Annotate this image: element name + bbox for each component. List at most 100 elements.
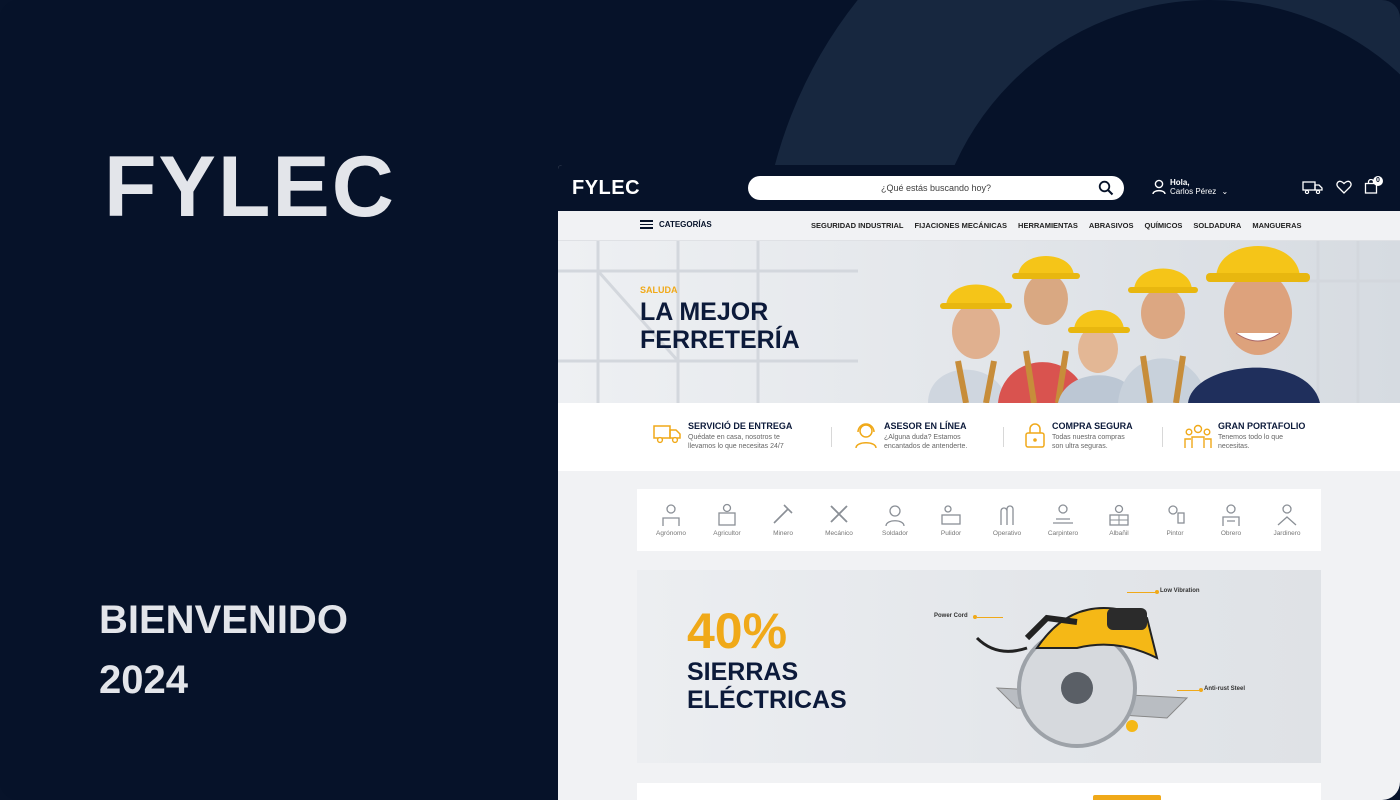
brand-title: FYLEC (104, 139, 396, 235)
feature-delivery: SERVICIÓ DE ENTREGA Quédate en casa, nos… (652, 421, 792, 451)
feature-title: COMPRA SEGURA (1052, 421, 1133, 431)
nav-links: SEGURIDAD INDUSTRIAL FIJACIONES MECÁNICA… (811, 221, 1302, 230)
nav-item-soldadura[interactable]: SOLDADURA (1193, 221, 1241, 230)
user-name: Carlos Pérez (1170, 187, 1217, 196)
divider (1003, 427, 1004, 447)
feature-desc: llevamos lo que necesitas 24/7 (688, 443, 784, 450)
feature-title: GRAN PORTAFOLIO (1218, 421, 1306, 431)
promo-line: SIERRAS (687, 658, 799, 686)
category-nav: CATEGORÍAS SEGURIDAD INDUSTRIAL FIJACION… (558, 211, 1400, 241)
search-input[interactable]: ¿Qué estás buscando hoy? (748, 176, 1124, 200)
user-menu[interactable]: Hola, Carlos Pérez ⌄ (1152, 178, 1228, 196)
callout-dot (973, 615, 977, 619)
feature-title: ASESOR EN LÍNEA (884, 421, 967, 431)
feature-desc: encantados de antenderte. (884, 443, 968, 450)
next-section-card (637, 783, 1321, 800)
hero-title: LA MEJOR FERRETERÍA (640, 298, 800, 354)
trade-label: Jardinero (1273, 530, 1301, 537)
feature-desc: son ultra seguras. (1052, 443, 1108, 450)
trade-label: Agricultor (713, 530, 741, 537)
menu-icon (640, 220, 653, 229)
feature-desc: Quédate en casa, nosotros te (688, 434, 780, 441)
trade-label: Mecánico (825, 530, 853, 537)
trade-label: Soldador (881, 530, 909, 537)
welcome-year: 2024 (99, 658, 188, 702)
heart-icon[interactable] (1336, 180, 1352, 194)
trade-icon (662, 504, 680, 526)
trade-label: Minero (773, 530, 793, 537)
circular-saw-image (975, 607, 1189, 748)
trade-item[interactable]: Albañil (1093, 501, 1145, 551)
feature-advisor: ASESOR EN LÍNEA ¿Alguna duda? Estamos en… (854, 421, 967, 451)
feature-portfolio: GRAN PORTAFOLIO Tenemos todo lo que nece… (1184, 421, 1305, 451)
trade-icon (1053, 504, 1073, 524)
nav-item-mangueras[interactable]: MANGUERAS (1252, 221, 1301, 230)
callout-dot (1155, 590, 1159, 594)
nav-item-herramientas[interactable]: HERRAMIENTAS (1018, 221, 1078, 230)
feature-desc: Tenemos todo lo que (1218, 434, 1283, 441)
trade-item[interactable]: Pulidor (925, 501, 977, 551)
trades-bar: Agrónomo Agricultor Minero Mecánico Soldador… (637, 489, 1321, 551)
nav-item-fijaciones[interactable]: FIJACIONES MECÁNICAS (915, 221, 1008, 230)
trade-item[interactable]: Carpintero (1037, 501, 1089, 551)
divider (1162, 427, 1163, 447)
promo-banner[interactable]: 40% SIERRAS ELÉCTRICAS Power Cord Low Vi… (637, 570, 1321, 763)
trade-label: Agrónomo (656, 530, 686, 537)
trade-label: Pintor (1166, 530, 1184, 537)
trade-item[interactable]: Agrónomo (645, 501, 697, 551)
trade-item[interactable]: Soldador (869, 501, 921, 551)
trade-icon (885, 505, 905, 527)
callout-line (1127, 592, 1157, 593)
truck-icon[interactable] (1302, 180, 1324, 194)
trade-item[interactable]: Mecánico (813, 501, 865, 551)
promo-title: SIERRAS ELÉCTRICAS (687, 658, 847, 714)
feature-title: SERVICIÓ DE ENTREGA (688, 421, 793, 431)
promo-line: ELÉCTRICAS (687, 686, 847, 714)
trade-label: Albañil (1109, 530, 1129, 537)
callout-power-cord: Power Cord (934, 613, 968, 619)
welcome-text: BIENVENIDO 2024 (99, 590, 348, 710)
hero-banner[interactable]: SALUDA LA MEJOR FERRETERÍA (558, 241, 1400, 403)
feature-secure: COMPRA SEGURA Todas nuestra compras son … (1024, 421, 1133, 451)
trade-label: Obrero (1220, 530, 1242, 537)
trade-item[interactable]: Agricultor (701, 501, 753, 551)
header-actions: 0 (1302, 176, 1383, 194)
trade-item[interactable]: Jardinero (1261, 501, 1313, 551)
trade-icon (1222, 504, 1240, 526)
people-icon (1184, 424, 1212, 448)
features-strip: SERVICIÓ DE ENTREGA Quédate en casa, nos… (558, 403, 1400, 471)
callout-anti-rust: Anti-rust Steel (1204, 686, 1246, 692)
hero-kicker: SALUDA (640, 285, 678, 295)
truck-icon (653, 425, 681, 444)
site-logo[interactable]: FYLEC (572, 177, 640, 200)
section-tab[interactable] (1093, 795, 1161, 800)
categories-button[interactable]: CATEGORÍAS (640, 220, 712, 229)
search-placeholder: ¿Qué estás buscando hoy? (880, 183, 992, 193)
categories-label: CATEGORÍAS (659, 220, 712, 229)
callout-dot (1199, 688, 1203, 692)
feature-desc: ¿Alguna duda? Estamos (884, 434, 961, 441)
callout-line (1177, 690, 1201, 691)
nav-item-abrasivos[interactable]: ABRASIVOS (1089, 221, 1134, 230)
trade-label: Pulidor (940, 530, 962, 537)
trade-icon (1168, 505, 1185, 524)
search-icon[interactable] (1098, 180, 1114, 196)
nav-item-seguridad[interactable]: SEGURIDAD INDUSTRIAL (811, 221, 904, 230)
trade-icon (941, 505, 961, 525)
callout-line (977, 617, 1003, 618)
website-mockup: FYLEC ¿Qué estás buscando hoy? Hola, Car… (558, 165, 1400, 800)
showcase-card: FYLEC BIENVENIDO 2024 FYLEC ¿Qué estás b… (0, 0, 1400, 800)
callout-low-vibration: Low Vibration (1160, 588, 1200, 594)
headset-icon (855, 423, 877, 449)
trade-icon (1109, 504, 1129, 526)
nav-item-quimicos[interactable]: QUÍMICOS (1145, 221, 1183, 230)
trade-item[interactable]: Operativo (981, 501, 1033, 551)
trade-icon (718, 503, 736, 526)
trade-item[interactable]: Pintor (1149, 501, 1201, 551)
cart-button[interactable]: 0 (1364, 176, 1383, 194)
trade-item[interactable]: Minero (757, 501, 809, 551)
trade-label: Operativo (992, 530, 1022, 537)
site-header: FYLEC ¿Qué estás buscando hoy? Hola, Car… (558, 165, 1400, 211)
chevron-down-icon: ⌄ (1221, 187, 1229, 196)
trade-item[interactable]: Obrero (1205, 501, 1257, 551)
